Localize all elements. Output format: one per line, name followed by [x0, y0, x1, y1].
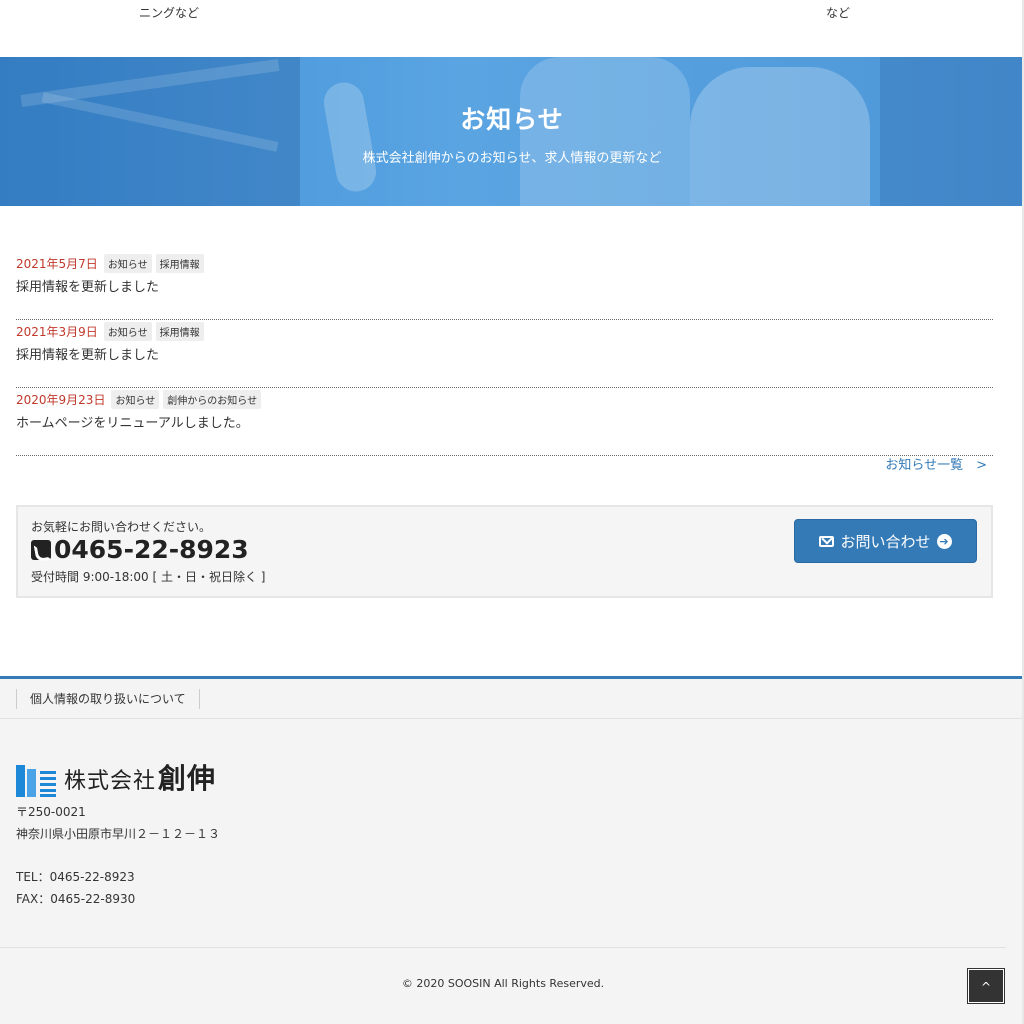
footer-tel: TEL：0465-22-8923 [16, 870, 135, 884]
news-tag[interactable]: お知らせ [111, 389, 160, 409]
hero-photo-shape [320, 79, 380, 195]
news-meta: 2021年3月9日 お知らせ 採用情報 [16, 321, 208, 341]
nav-fragment-right: など [826, 6, 851, 20]
news-tag[interactable]: お知らせ [103, 253, 152, 273]
contact-hours: 受付時間 9:00-18:00 [ 土・日・祝日除く ] [31, 570, 266, 584]
footer: 個人情報の取り扱いについて 株式会社 創伸 〒250-0021 神奈川県小田原市早… [0, 676, 1024, 1024]
copyright: © 2020 SOOSIN All Rights Reserved. [401, 977, 605, 990]
contact-box: お気軽にお問い合わせください。 0465-22-8923 受付時間 9:00-1… [16, 505, 993, 598]
news-tag[interactable]: 採用情報 [155, 321, 204, 341]
contact-lead: お気軽にお問い合わせください。 [31, 520, 212, 534]
news-meta: 2020年9月23日 お知らせ 創伸からのお知らせ [16, 389, 265, 409]
phone-icon [31, 539, 51, 560]
logo-text: 株式会社 創伸 [64, 762, 217, 795]
page-subtitle: 株式会社創伸からのお知らせ、求人情報の更新など [362, 151, 662, 166]
news-item[interactable]: 2021年5月7日 お知らせ 採用情報 採用情報を更新しました [16, 252, 993, 320]
news-list: 2021年5月7日 お知らせ 採用情報 採用情報を更新しました 2021年3月9… [16, 252, 993, 456]
header-fragment: ニングなど など [0, 0, 1024, 57]
footer-divider [0, 947, 1006, 948]
news-date: 2021年5月7日 [16, 256, 98, 271]
nav-fragment-left: ニングなど [139, 6, 200, 20]
page-title: お知らせ [460, 105, 564, 134]
news-tag[interactable]: 採用情報 [155, 253, 204, 273]
news-date: 2020年9月23日 [16, 392, 106, 407]
footer-postal: 〒250-0021 [16, 805, 86, 819]
arrow-circle-right-icon: ➔ [936, 533, 952, 549]
contact-phone[interactable]: 0465-22-8923 [31, 535, 249, 564]
footer-link-privacy[interactable]: 個人情報の取り扱いについて [16, 689, 200, 709]
company-logo[interactable]: 株式会社 創伸 [16, 757, 216, 797]
news-title-link[interactable]: ホームページをリニューアルしました。 [16, 412, 249, 431]
news-item[interactable]: 2021年3月9日 お知らせ 採用情報 採用情報を更新しました [16, 320, 993, 388]
news-title-link[interactable]: 採用情報を更新しました [16, 344, 159, 363]
news-date: 2021年3月9日 [16, 324, 98, 339]
footer-address: 神奈川県小田原市早川２－１２－１３ [16, 827, 221, 841]
building-logo-icon [16, 765, 58, 797]
page-hero: お知らせ 株式会社創伸からのお知らせ、求人情報の更新など [0, 57, 1024, 206]
news-archive-link[interactable]: お知らせ一覧 > [885, 454, 987, 473]
envelope-icon [819, 535, 835, 547]
news-tag[interactable]: お知らせ [103, 321, 152, 341]
contact-button-label: お問い合わせ [840, 532, 931, 551]
news-item[interactable]: 2020年9月23日 お知らせ 創伸からのお知らせ ホームページをリニューアルし… [16, 388, 993, 456]
footer-fax: FAX：0465-22-8930 [16, 892, 136, 906]
contact-button[interactable]: お問い合わせ ➔ [794, 519, 977, 563]
footer-nav: 個人情報の取り扱いについて [0, 679, 1024, 719]
hero-photo-shape [690, 67, 870, 206]
news-tag[interactable]: 創伸からのお知らせ [163, 389, 262, 409]
page-top-button[interactable]: ^ [967, 968, 1005, 1004]
news-title-link[interactable]: 採用情報を更新しました [16, 276, 159, 295]
phone-number[interactable]: 0465-22-8923 [54, 535, 249, 564]
news-meta: 2021年5月7日 お知らせ 採用情報 [16, 253, 208, 273]
